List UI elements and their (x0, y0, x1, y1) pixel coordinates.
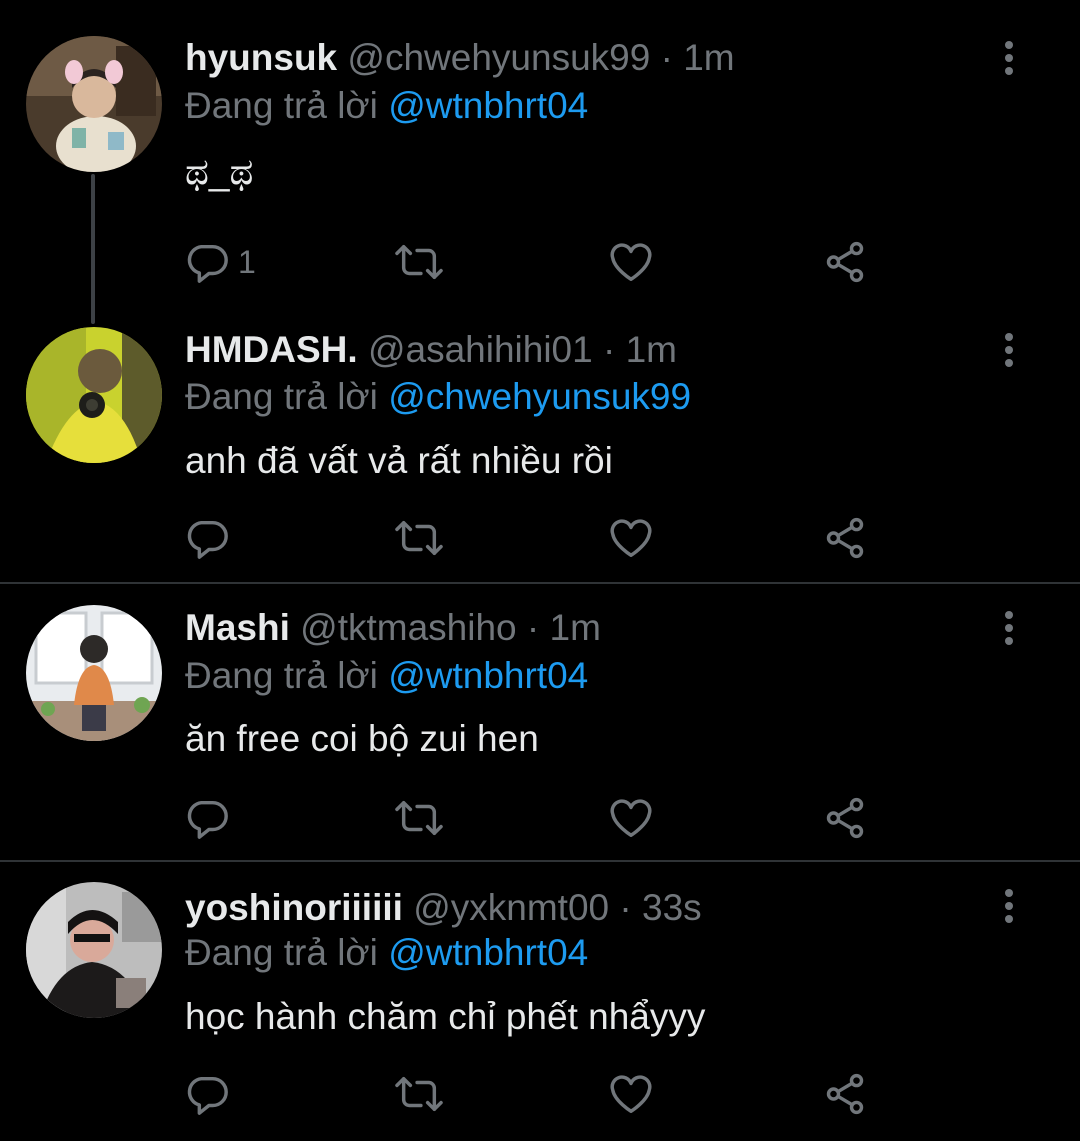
more-options-button[interactable] (994, 330, 1024, 370)
tweet-text: ăn free coi bộ zui hen (185, 718, 539, 759)
reply-icon (187, 520, 228, 559)
share-icon (826, 241, 864, 283)
tweet-text: anh đã vất vả rất nhiều rồi (185, 440, 613, 481)
tweet-header: HMDASH. @asahihihi01 · 1m (185, 328, 677, 372)
timestamp[interactable]: 1m (626, 329, 677, 370)
replying-to-label: Đang trả lời (185, 376, 378, 417)
reply-thread: hyunsuk @chwehyunsuk99 · 1m Đang trả lời… (0, 0, 1080, 1141)
mention-link[interactable]: @chwehyunsuk99 (388, 376, 691, 417)
retweet-icon (395, 244, 443, 280)
reply-icon (187, 1076, 228, 1115)
tweet[interactable]: HMDASH. @asahihihi01 · 1m Đang trả lời @… (0, 318, 1080, 582)
retweet-button[interactable] (394, 1070, 444, 1118)
share-button[interactable] (822, 514, 868, 562)
reply-button[interactable] (184, 514, 238, 562)
avatar[interactable] (26, 36, 162, 172)
like-button[interactable] (608, 1070, 654, 1118)
like-button[interactable] (608, 514, 654, 562)
like-button[interactable] (608, 238, 654, 286)
heart-icon (610, 1075, 652, 1113)
heart-icon (610, 799, 652, 837)
tweet-header: yoshinoriiiiii @yxknmt00 · 33s (185, 886, 702, 930)
tweet-header: hyunsuk @chwehyunsuk99 · 1m (185, 36, 735, 80)
more-options-button[interactable] (994, 38, 1024, 78)
replying-to: Đang trả lời @wtnbhrt04 (185, 654, 588, 698)
retweet-icon (395, 520, 443, 556)
reply-button[interactable] (184, 794, 238, 842)
replying-to: Đang trả lời @chwehyunsuk99 (185, 375, 691, 419)
replying-to-label: Đang trả lời (185, 85, 378, 126)
timestamp[interactable]: 33s (642, 887, 702, 928)
share-icon (826, 517, 864, 559)
display-name[interactable]: Mashi (185, 607, 290, 648)
more-options-icon (1005, 41, 1013, 75)
more-options-icon (1005, 611, 1013, 645)
heart-icon (610, 519, 652, 557)
reply-count: 1 (238, 243, 256, 280)
user-handle[interactable]: @chwehyunsuk99 (347, 37, 650, 78)
tweet-header: Mashi @tktmashiho · 1m (185, 606, 601, 650)
tweet[interactable]: Mashi @tktmashiho · 1m Đang trả lời @wtn… (0, 584, 1080, 860)
replying-to-label: Đang trả lời (185, 932, 378, 973)
user-handle[interactable]: @yxknmt00 (413, 887, 609, 928)
separator: · (660, 37, 673, 78)
tweet-text: ಥ_ಥ (185, 151, 254, 192)
tweet[interactable]: yoshinoriiiiii @yxknmt00 · 33s Đang trả … (0, 862, 1080, 1141)
tweet[interactable]: hyunsuk @chwehyunsuk99 · 1m Đang trả lời… (0, 0, 1080, 318)
separator: · (526, 607, 540, 648)
share-button[interactable] (822, 238, 868, 286)
reply-icon (187, 244, 228, 283)
mention-link[interactable]: @wtnbhrt04 (388, 85, 588, 126)
replying-to: Đang trả lời @wtnbhrt04 (185, 84, 588, 128)
like-button[interactable] (608, 794, 654, 842)
share-button[interactable] (822, 794, 868, 842)
tweet-text: học hành chăm chỉ phết nhẩyyy (185, 996, 706, 1037)
retweet-button[interactable] (394, 238, 444, 286)
user-handle[interactable]: @asahihihi01 (368, 329, 593, 370)
reply-button[interactable]: 1 (184, 238, 256, 286)
share-button[interactable] (822, 1070, 868, 1118)
avatar[interactable] (26, 327, 162, 463)
retweet-icon (395, 800, 443, 836)
replying-to: Đang trả lời @wtnbhrt04 (185, 931, 588, 975)
timestamp[interactable]: 1m (550, 607, 601, 648)
avatar[interactable] (26, 882, 162, 1018)
more-options-button[interactable] (994, 608, 1024, 648)
retweet-icon (395, 1076, 443, 1112)
avatar[interactable] (26, 605, 162, 741)
heart-icon (610, 243, 652, 281)
retweet-button[interactable] (394, 794, 444, 842)
share-icon (826, 1073, 864, 1115)
timestamp[interactable]: 1m (683, 37, 734, 78)
replying-to-label: Đang trả lời (185, 655, 378, 696)
separator: · (603, 329, 616, 370)
display-name[interactable]: yoshinoriiiiii (185, 887, 403, 928)
retweet-button[interactable] (394, 514, 444, 562)
separator: · (619, 887, 632, 928)
mention-link[interactable]: @wtnbhrt04 (388, 655, 588, 696)
mention-link[interactable]: @wtnbhrt04 (388, 932, 588, 973)
more-options-button[interactable] (994, 886, 1024, 926)
user-handle[interactable]: @tktmashiho (300, 607, 516, 648)
share-icon (826, 797, 864, 839)
reply-icon (187, 800, 228, 839)
display-name[interactable]: hyunsuk (185, 37, 337, 78)
display-name[interactable]: HMDASH. (185, 329, 358, 370)
more-options-icon (1005, 889, 1013, 923)
reply-button[interactable] (184, 1070, 238, 1118)
more-options-icon (1005, 333, 1013, 367)
